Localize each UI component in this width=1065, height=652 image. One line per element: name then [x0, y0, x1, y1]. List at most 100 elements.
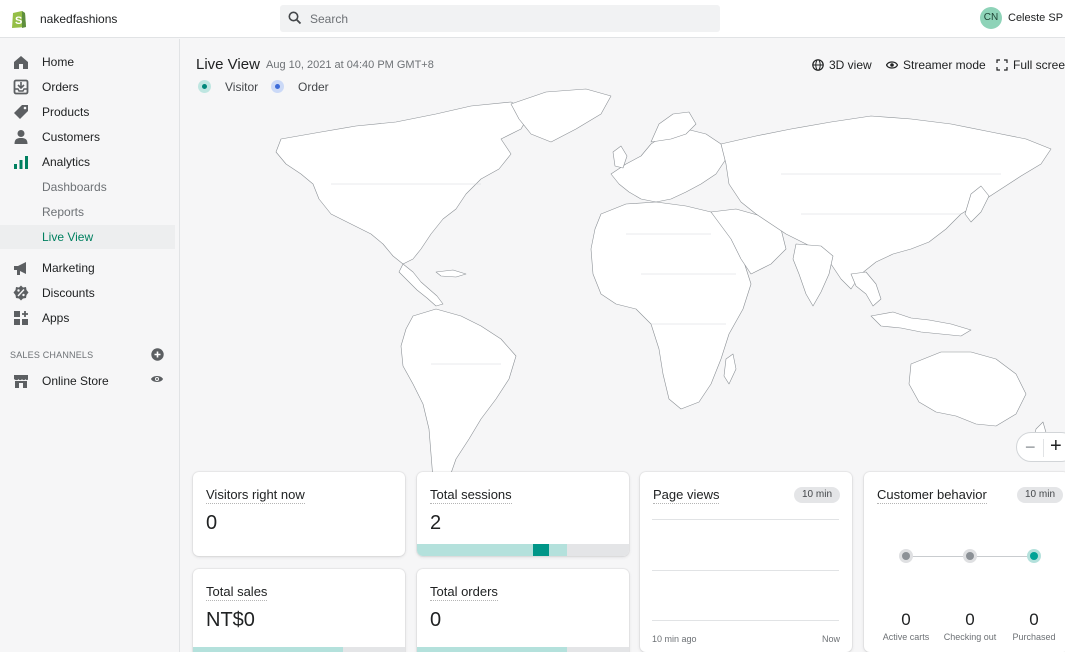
sales-bar — [193, 647, 405, 652]
avatar[interactable]: CN — [980, 7, 1002, 29]
sidebar-item-marketing[interactable]: Marketing — [0, 257, 175, 279]
search-placeholder: Search — [310, 12, 349, 26]
sidebar-item-online-store[interactable]: Online Store — [0, 370, 175, 392]
north-america-shape — [275, 101, 532, 265]
person-icon — [14, 130, 28, 144]
chart-gridline — [652, 620, 839, 621]
sidebar-item-orders[interactable]: Orders — [0, 76, 175, 98]
live-view-main: Live View Aug 10, 2021 at 04:40 PM GMT+8… — [181, 39, 1065, 652]
page-views-badge: 10 min — [793, 487, 840, 503]
sidebar-item-dashboards[interactable]: Dashboards — [0, 176, 175, 198]
australia-shape — [908, 351, 1027, 427]
tag-icon — [14, 105, 28, 119]
page-views-title[interactable]: Page views — [653, 487, 720, 504]
shopify-logo-icon[interactable]: S — [10, 9, 28, 29]
apps-icon — [14, 311, 28, 325]
purchased-value: 0 — [1029, 610, 1039, 629]
page-views-start-label: 10 min ago — [652, 634, 697, 644]
sessions-title[interactable]: Total sessions — [430, 487, 512, 504]
checking-out-label: Checking out — [943, 632, 997, 642]
purchased-dot-icon — [1027, 549, 1041, 563]
zoom-separator — [1043, 439, 1044, 457]
caribbean-shape — [435, 269, 467, 278]
indonesia-shape — [870, 311, 972, 337]
page-views-end-label: Now — [821, 634, 840, 644]
checking-out-value: 0 — [965, 610, 975, 629]
search-input[interactable]: Search — [280, 5, 720, 32]
sidebar-item-label: Live View — [42, 230, 94, 244]
zoom-in-button[interactable]: + — [1050, 436, 1062, 456]
sidebar-item-label: Online Store — [42, 374, 109, 388]
svg-text:S: S — [15, 15, 22, 27]
sidebar-item-home[interactable]: Home — [0, 51, 175, 73]
sidebar-item-label: Home — [42, 55, 75, 69]
greenland-shape — [510, 88, 612, 143]
sales-title[interactable]: Total sales — [206, 584, 268, 601]
visitors-title[interactable]: Visitors right now — [206, 487, 305, 504]
sessions-bar — [417, 544, 629, 556]
sidebar-item-label: Analytics — [42, 155, 91, 169]
sidebar-item-label: Customers — [42, 130, 101, 144]
full-screen-label: Full screen — [1013, 58, 1065, 72]
visitors-card: Visitors right now 0 — [193, 472, 405, 556]
india-shape — [792, 243, 834, 307]
add-channel-icon[interactable] — [151, 348, 164, 361]
page-title: Live View — [196, 56, 260, 73]
active-carts-label: Active carts — [882, 632, 930, 642]
europe-shape — [610, 128, 727, 203]
live-view-date: Aug 10, 2021 at 04:40 PM GMT+8 — [266, 59, 434, 71]
sidebar-item-customers[interactable]: Customers — [0, 126, 175, 148]
user-name[interactable]: Celeste SP N — [1008, 12, 1065, 24]
world-map[interactable] — [181, 84, 1065, 514]
sessions-value: 2 — [430, 512, 442, 534]
active-carts-dot-icon — [899, 549, 913, 563]
search-icon — [288, 11, 302, 25]
customer-behavior-title[interactable]: Customer behavior — [877, 487, 987, 504]
sidebar-item-apps[interactable]: Apps — [0, 307, 175, 329]
orders-card: Total orders 0 — [417, 569, 629, 652]
zoom-out-button[interactable]: − — [1025, 437, 1036, 457]
sidebar-item-discounts[interactable]: Discounts — [0, 282, 175, 304]
sessions-card: Total sessions 2 — [417, 472, 629, 556]
orders-bar — [417, 647, 629, 652]
sidebar-item-analytics[interactable]: Analytics — [0, 151, 175, 173]
sidebar-item-label: Products — [42, 105, 90, 119]
page-views-card: Page views 10 min 10 min ago Now — [640, 472, 852, 652]
discount-icon — [13, 285, 29, 301]
active-carts-value: 0 — [901, 610, 911, 629]
central-america-shape — [398, 263, 444, 307]
expand-icon — [996, 59, 1008, 71]
orders-bar-fill — [417, 647, 567, 652]
customer-behavior-badge: 10 min — [1016, 487, 1063, 503]
sidebar-item-label: Marketing — [42, 261, 95, 275]
eye-icon[interactable] — [150, 374, 164, 384]
chart-gridline — [652, 519, 839, 520]
streamer-mode-label: Streamer mode — [903, 58, 986, 72]
visitors-value: 0 — [206, 512, 218, 534]
sidebar-item-live-view[interactable]: Live View — [0, 225, 175, 249]
sidebar-item-label: Reports — [42, 205, 85, 219]
sidebar-item-reports[interactable]: Reports — [0, 201, 175, 223]
top-bar: S nakedfashions Search CN Celeste SP N — [0, 0, 1065, 38]
chart-gridline — [652, 570, 839, 571]
3d-view-label: 3D view — [829, 58, 872, 72]
sessions-bar-marker — [533, 544, 549, 556]
madagascar-shape — [723, 353, 737, 385]
sidebar-item-products[interactable]: Products — [0, 101, 175, 123]
southeast-asia-shape — [850, 271, 882, 307]
sales-channels-title: SALES CHANNELS — [10, 350, 94, 360]
sidebar-item-label: Dashboards — [42, 180, 107, 194]
map-zoom-control: − + — [1016, 432, 1065, 462]
store-name[interactable]: nakedfashions — [40, 12, 117, 26]
megaphone-icon — [14, 262, 26, 275]
sidebar-item-label: Apps — [42, 311, 70, 325]
sidebar-item-label: Orders — [42, 80, 79, 94]
orders-icon — [13, 79, 29, 95]
orders-title[interactable]: Total orders — [430, 584, 498, 601]
store-icon — [14, 375, 28, 388]
bar-chart-icon — [14, 156, 28, 169]
sales-bar-fill — [193, 647, 343, 652]
checking-out-dot-icon — [963, 549, 977, 563]
home-icon — [14, 56, 28, 69]
sales-value: NT$0 — [206, 609, 255, 631]
